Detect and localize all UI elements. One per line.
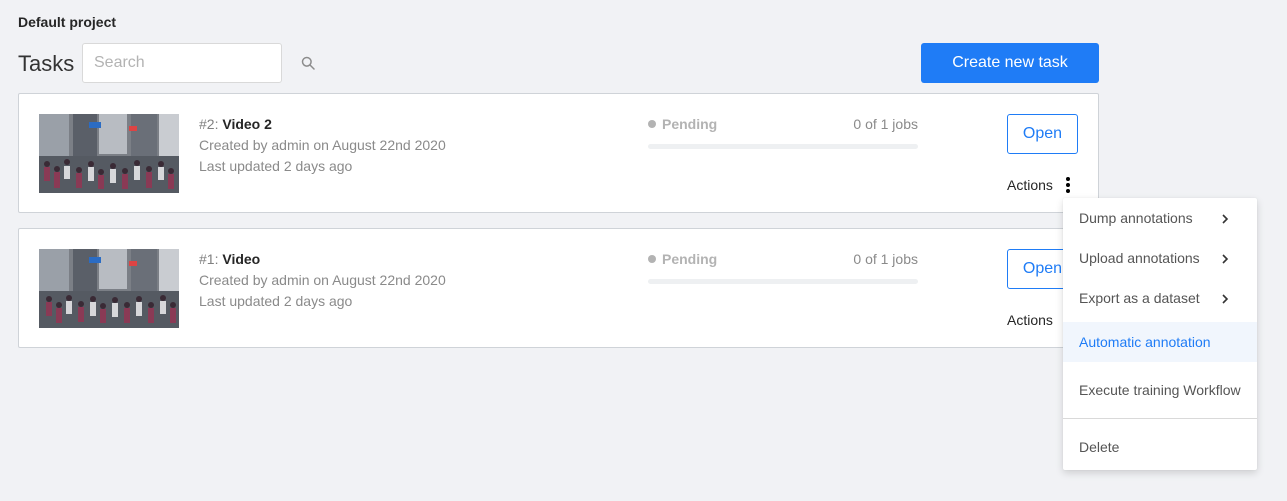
actions-menu-trigger[interactable]: Actions: [1007, 175, 1071, 195]
menu-item-execute-training-workflow[interactable]: Execute training Workflow: [1063, 370, 1257, 410]
create-new-task-button[interactable]: Create new task: [921, 43, 1099, 83]
menu-item-export-dataset[interactable]: Export as a dataset: [1063, 278, 1257, 318]
actions-label: Actions: [1007, 177, 1053, 193]
open-button[interactable]: Open: [1007, 114, 1078, 154]
task-card: #1: Video Created by admin on August 22n…: [18, 228, 1099, 348]
more-vertical-icon[interactable]: [1065, 175, 1071, 195]
menu-item-label: Delete: [1079, 439, 1120, 455]
search-input[interactable]: [94, 54, 301, 72]
task-thumbnail[interactable]: [39, 249, 179, 328]
menu-item-upload-annotations[interactable]: Upload annotations: [1063, 238, 1257, 278]
actions-dropdown-menu: Dump annotations Upload annotations Expo…: [1063, 198, 1257, 470]
task-card: #2: Video 2 Created by admin on August 2…: [18, 93, 1099, 213]
task-updated: Last updated 2 days ago: [199, 158, 353, 174]
progress-bar: [648, 144, 918, 149]
menu-item-label: Upload annotations: [1079, 250, 1200, 266]
chevron-right-icon: [1220, 252, 1230, 264]
chevron-right-icon: [1220, 292, 1230, 304]
menu-item-automatic-annotation[interactable]: Automatic annotation: [1063, 322, 1257, 362]
actions-label: Actions: [1007, 312, 1053, 328]
status-label: Pending: [662, 116, 718, 132]
menu-item-label: Export as a dataset: [1079, 290, 1200, 306]
menu-item-label: Dump annotations: [1079, 210, 1193, 226]
task-name: #1: Video: [199, 251, 260, 267]
search-box: [82, 43, 315, 83]
page-title: Tasks: [18, 51, 75, 76]
task-id: #1:: [199, 251, 223, 267]
status-label: Pending: [662, 251, 718, 267]
menu-item-dump-annotations[interactable]: Dump annotations: [1063, 198, 1257, 238]
task-created: Created by admin on August 22nd 2020: [199, 137, 446, 153]
actions-menu-trigger[interactable]: Actions: [1007, 310, 1071, 330]
task-id: #2:: [199, 116, 223, 132]
menu-item-label: Execute training Workflow: [1079, 382, 1241, 398]
jobs-count: 0 of 1 jobs: [853, 251, 918, 267]
search-icon[interactable]: [301, 56, 315, 70]
progress-bar: [648, 279, 918, 284]
task-title: Video 2: [222, 116, 272, 132]
project-title: Default project: [18, 14, 117, 30]
task-name: #2: Video 2: [199, 116, 272, 132]
status-dot-icon: [648, 120, 656, 128]
status-badge: Pending: [648, 251, 717, 267]
menu-item-delete[interactable]: Delete: [1063, 427, 1257, 467]
status-badge: Pending: [648, 116, 717, 132]
task-created: Created by admin on August 22nd 2020: [199, 272, 446, 288]
task-updated: Last updated 2 days ago: [199, 293, 353, 309]
chevron-right-icon: [1220, 212, 1230, 224]
status-dot-icon: [648, 255, 656, 263]
task-title: Video: [222, 251, 261, 267]
menu-item-label: Automatic annotation: [1079, 334, 1211, 350]
jobs-count: 0 of 1 jobs: [853, 116, 918, 132]
task-thumbnail[interactable]: [39, 114, 179, 193]
menu-divider: [1063, 418, 1257, 419]
